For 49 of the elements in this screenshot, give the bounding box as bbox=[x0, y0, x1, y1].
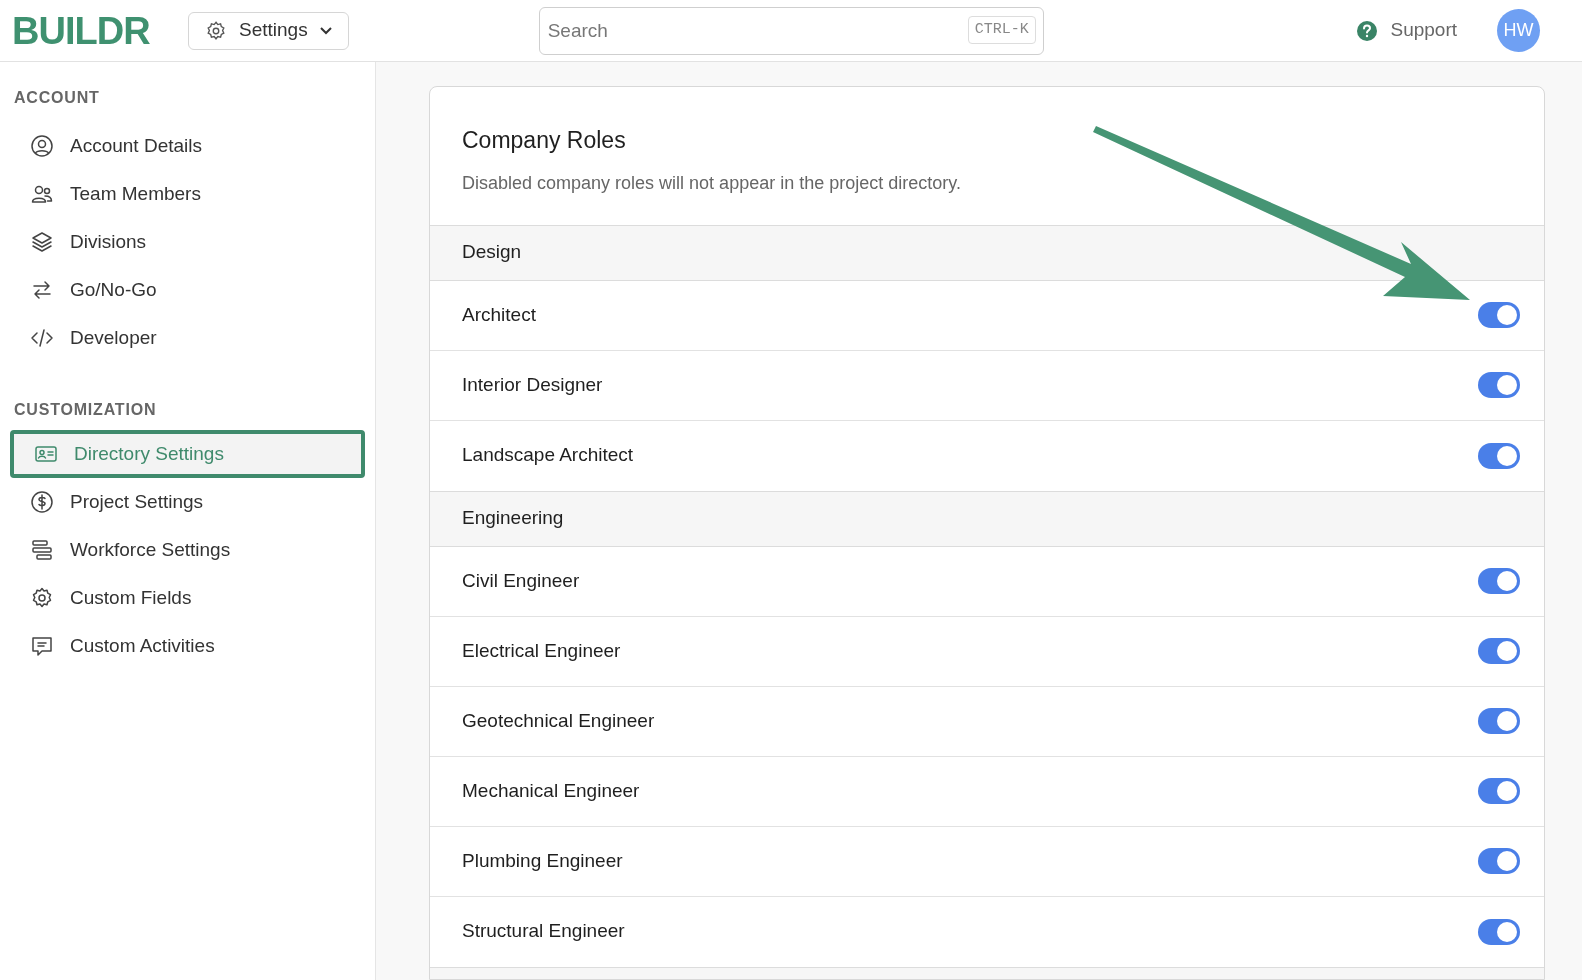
section-heading: ACCOUNT bbox=[13, 88, 101, 108]
role-name: Landscape Architect bbox=[462, 443, 634, 468]
role-name: Civil Engineer bbox=[462, 568, 580, 593]
swap-arrows-icon bbox=[30, 278, 54, 302]
card-description: Disabled company roles will not appear in the project directory. bbox=[462, 171, 962, 195]
toggle-switch[interactable] bbox=[1478, 778, 1520, 804]
card-title: Company Roles bbox=[462, 126, 627, 155]
sidebar-item[interactable]: Divisions bbox=[10, 218, 365, 266]
sidebar-item[interactable]: Workforce Settings bbox=[10, 526, 365, 574]
code-icon bbox=[30, 326, 54, 350]
role-name: Structural Engineer bbox=[462, 919, 625, 944]
gear-icon bbox=[205, 19, 227, 42]
sidebar-item[interactable]: Developer bbox=[10, 314, 365, 362]
chat-icon bbox=[30, 634, 54, 658]
layers-icon bbox=[30, 230, 54, 254]
settings-dropdown[interactable]: Settings bbox=[188, 11, 349, 50]
toggle-switch[interactable] bbox=[1478, 918, 1520, 945]
role-name: Interior Designer bbox=[462, 372, 603, 397]
section-heading: CUSTOMIZATION bbox=[13, 400, 158, 420]
toggle-switch[interactable] bbox=[1478, 568, 1520, 594]
group-heading: Engineering bbox=[462, 506, 564, 531]
sidebar-item[interactable]: Custom Activities bbox=[10, 622, 365, 670]
sidebar-item[interactable]: Custom Fields bbox=[10, 574, 365, 622]
role-name: Electrical Engineer bbox=[462, 638, 621, 663]
toggle-switch[interactable] bbox=[1478, 708, 1520, 734]
stacked-bars-icon bbox=[30, 538, 54, 562]
sidebar-item[interactable]: Go/No-Go bbox=[10, 266, 365, 314]
gear-icon bbox=[30, 586, 54, 610]
sidebar-item[interactable]: Account Details bbox=[10, 122, 365, 170]
role-name: Architect bbox=[462, 302, 536, 327]
group-heading: Design bbox=[462, 240, 522, 265]
sidebar-item[interactable]: Team Members bbox=[10, 170, 365, 218]
role-name: Mechanical Engineer bbox=[462, 778, 640, 803]
dollar-circle-icon bbox=[30, 490, 54, 514]
toggle-switch[interactable] bbox=[1478, 302, 1520, 328]
chevron-down-icon bbox=[319, 26, 332, 35]
toggle-switch[interactable] bbox=[1478, 638, 1520, 664]
user-circle-icon bbox=[30, 134, 54, 158]
toggle-switch[interactable] bbox=[1478, 848, 1520, 874]
sidebar-item[interactable]: Project Settings bbox=[10, 478, 365, 526]
sidebar-item[interactable]: Directory Settings bbox=[10, 430, 365, 478]
role-name: Geotechnical Engineer bbox=[462, 708, 655, 733]
logo[interactable]: BUILDR bbox=[12, 11, 180, 50]
role-name: Plumbing Engineer bbox=[462, 848, 623, 873]
help-icon bbox=[1356, 19, 1379, 42]
support-link[interactable]: Support bbox=[1390, 16, 1457, 45]
shortcut-hint: CTRL-K bbox=[967, 15, 1036, 44]
toggle-switch[interactable] bbox=[1478, 442, 1520, 469]
toggle-switch[interactable] bbox=[1478, 372, 1520, 398]
